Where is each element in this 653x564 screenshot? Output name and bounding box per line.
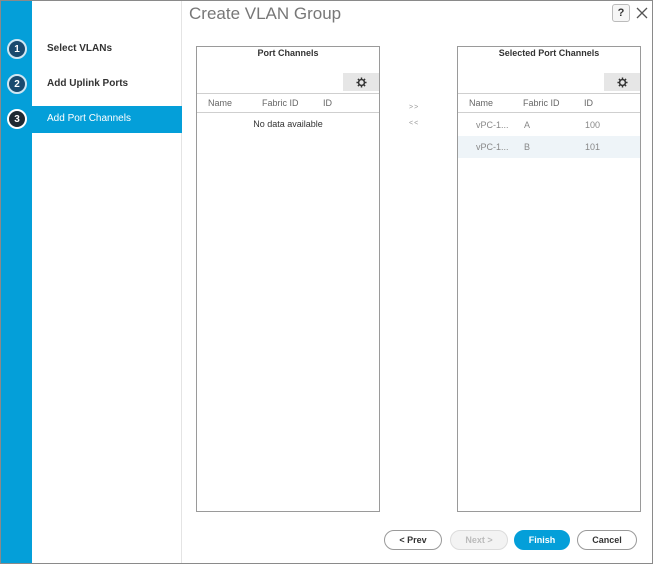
selected-port-channels-panel: Selected Port Channels Name Fabric ID ID… [457, 46, 641, 512]
column-header-fabric-id[interactable]: Fabric ID [262, 98, 299, 108]
wizard-step-add-uplink-ports[interactable]: 2 Add Uplink Ports [1, 71, 182, 98]
add-selected-button[interactable]: >> [409, 104, 419, 111]
port-channels-panel: Port Channels Name Fabric ID ID No data … [196, 46, 380, 512]
panel-title: Port Channels [257, 48, 319, 58]
panel-title: Selected Port Channels [498, 48, 600, 58]
column-header-fabric-id[interactable]: Fabric ID [523, 98, 560, 108]
step-label: Select VLANs [47, 43, 113, 54]
help-icon[interactable]: ? [612, 4, 630, 22]
wizard-steps: 1 Select VLANs 2 Add Uplink Ports 3 Add … [1, 1, 182, 563]
cell-name: vPC-1... [476, 120, 509, 130]
step-label: Add Port Channels [47, 113, 131, 124]
finish-button[interactable]: Finish [514, 530, 570, 550]
cell-fabric-id: A [524, 120, 531, 130]
next-button[interactable]: Next > [450, 530, 508, 550]
close-icon[interactable] [634, 4, 650, 22]
cell-id: 100 [585, 120, 601, 130]
step-number: 2 [7, 74, 27, 94]
step-number: 1 [7, 39, 27, 59]
wizard-step-add-port-channels[interactable]: 3 Add Port Channels [1, 106, 182, 133]
cell-name: vPC-1... [476, 142, 509, 152]
table-header: Name Fabric ID ID [197, 93, 379, 113]
cancel-button[interactable]: Cancel [577, 530, 637, 550]
column-header-id[interactable]: ID [584, 98, 593, 108]
table-header: Name Fabric ID ID [458, 93, 640, 113]
wizard-step-select-vlans[interactable]: 1 Select VLANs [1, 36, 182, 63]
column-header-id[interactable]: ID [323, 98, 332, 108]
dialog-title: Create VLAN Group [189, 4, 342, 23]
empty-message: No data available [253, 119, 323, 129]
remove-selected-button[interactable]: << [409, 120, 419, 127]
prev-button[interactable]: < Prev [384, 530, 442, 550]
gear-icon[interactable] [604, 73, 640, 91]
create-vlan-group-dialog: 1 Select VLANs 2 Add Uplink Ports 3 Add … [0, 0, 653, 564]
cell-id: 101 [585, 142, 601, 152]
table-row[interactable]: vPC-1... B 101 [458, 136, 640, 158]
table-row[interactable]: vPC-1... A 100 [458, 114, 640, 136]
column-header-name[interactable]: Name [469, 98, 493, 108]
step-label: Add Uplink Ports [47, 78, 129, 89]
step-number: 3 [7, 109, 27, 129]
gear-icon[interactable] [343, 73, 379, 91]
cell-fabric-id: B [524, 142, 531, 152]
column-header-name[interactable]: Name [208, 98, 232, 108]
